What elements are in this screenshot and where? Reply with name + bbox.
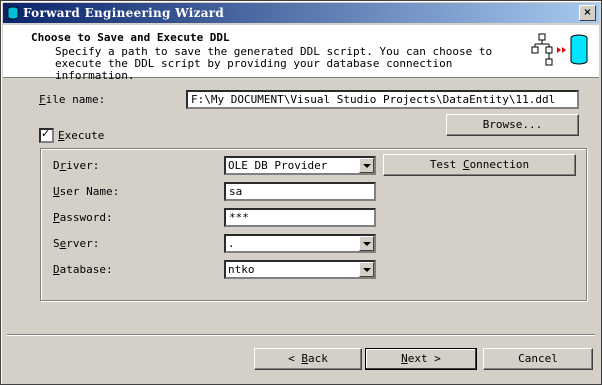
database-hotkey: D — [53, 263, 60, 276]
browse-button[interactable]: Browse... — [446, 114, 579, 136]
back-hotkey: B — [301, 352, 308, 365]
execute-label: Execute — [58, 129, 104, 142]
user-name-input[interactable]: sa — [224, 182, 376, 201]
forward-engineering-icon — [531, 33, 588, 66]
database-select[interactable]: ntko — [224, 260, 376, 279]
step-description: Specify a path to save the generated DDL… — [55, 45, 493, 82]
next-button[interactable]: Next > — [365, 348, 477, 370]
file-name-input[interactable]: F:\My DOCUMENT\Visual Studio Projects\Da… — [186, 90, 579, 109]
driver-label: Driver: — [53, 159, 99, 172]
server-value: . — [228, 237, 235, 250]
password-label: Password: — [53, 211, 113, 224]
server-label: Server: — [53, 237, 99, 250]
chevron-down-icon[interactable] — [359, 236, 374, 251]
execute-checkbox[interactable] — [39, 127, 54, 143]
server-label-a: S — [53, 237, 60, 250]
back-label-text: ack — [308, 352, 328, 365]
password-input[interactable]: *** — [224, 208, 376, 227]
driver-select[interactable]: OLE DB Provider — [224, 156, 376, 175]
footer-separator — [7, 334, 595, 336]
execute-label-text: xecute — [64, 129, 105, 142]
password-label-text: assword: — [59, 211, 113, 224]
close-icon: × — [583, 7, 592, 18]
driver-value: OLE DB Provider — [228, 159, 328, 172]
chevron-down-icon[interactable] — [359, 158, 374, 173]
next-label-text: ext — [407, 352, 428, 365]
user-name-label-text: ser Name: — [59, 185, 120, 198]
driver-label-a: D — [53, 159, 60, 172]
wizard-window: Forward Engineering Wizard × Choose to S… — [0, 0, 602, 385]
window-title: Forward Engineering Wizard — [23, 6, 225, 20]
title-bar: Forward Engineering Wizard × — [3, 3, 599, 23]
database-label: Database: — [53, 263, 113, 276]
test-label-c: onnection — [469, 158, 530, 171]
file-name-label-text: ile name: — [45, 93, 106, 106]
database-icon — [7, 6, 19, 20]
driver-label-c: iver: — [66, 159, 100, 172]
step-title: Choose to Save and Execute DDL — [31, 31, 230, 44]
file-name-label: File name: — [39, 93, 105, 106]
test-hotkey: C — [462, 158, 470, 171]
execute-hotkey: E — [58, 129, 65, 142]
close-button[interactable]: × — [579, 5, 596, 21]
user-name-hotkey: U — [53, 185, 60, 198]
test-label-a: Test — [429, 158, 463, 171]
cancel-button[interactable]: Cancel — [483, 348, 593, 370]
next-arrow-icon: > — [434, 352, 441, 365]
database-value: ntko — [228, 263, 255, 276]
back-button[interactable]: < Back — [254, 348, 362, 370]
test-connection-button[interactable]: Test Connection — [383, 154, 576, 176]
file-name-hotkey: F — [39, 93, 46, 106]
server-select[interactable]: . — [224, 234, 376, 253]
password-hotkey: P — [53, 211, 60, 224]
server-label-c: rver: — [66, 237, 100, 250]
back-arrow-icon: < — [288, 352, 295, 365]
wizard-header: Choose to Save and Execute DDL Specify a… — [3, 25, 599, 82]
user-name-label: User Name: — [53, 185, 119, 198]
chevron-down-icon[interactable] — [359, 262, 374, 277]
database-label-text: atabase: — [59, 263, 113, 276]
next-hotkey: N — [401, 352, 408, 365]
